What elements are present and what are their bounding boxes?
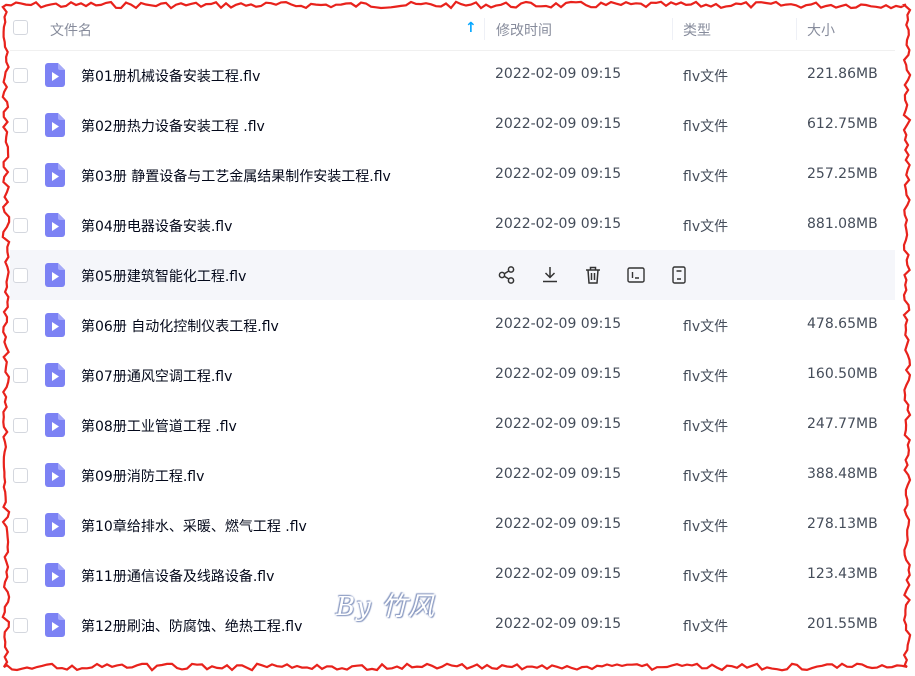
delete-icon[interactable] [582, 264, 604, 286]
video-file-icon [45, 213, 65, 237]
file-type: flv文件 [683, 619, 729, 635]
file-modified-date: 2022-02-09 09:15 [495, 66, 622, 82]
file-size: 221.86MB [807, 66, 878, 82]
file-type: flv文件 [683, 519, 729, 535]
file-modified-date: 2022-02-09 09:15 [495, 166, 622, 182]
file-type: flv文件 [683, 119, 729, 135]
file-modified-date: 2022-02-09 09:15 [495, 216, 622, 232]
file-name[interactable]: 第10章给排水、采暖、燃气工程 .flv [81, 516, 307, 536]
file-name[interactable]: 第06册 自动化控制仪表工程.flv [81, 316, 279, 336]
video-file-icon [45, 363, 65, 387]
file-name[interactable]: 第04册电器设备安装.flv [81, 216, 232, 236]
row-checkbox[interactable] [13, 318, 28, 333]
file-type: flv文件 [683, 569, 729, 585]
file-row[interactable]: 第07册通风空调工程.flv 2022-02-09 09:15 flv文件 160.5… [10, 350, 895, 400]
more-icon[interactable] [668, 264, 690, 286]
file-type: flv文件 [683, 419, 729, 435]
file-modified-date: 2022-02-09 09:15 [495, 616, 622, 632]
file-modified-date: 2022-02-09 09:15 [495, 566, 622, 582]
row-checkbox[interactable] [13, 268, 28, 283]
file-size: 881.08MB [807, 216, 878, 232]
file-row[interactable]: 第01册机械设备安装工程.flv 2022-02-09 09:15 flv文件 221… [10, 50, 895, 100]
column-date-header[interactable]: 修改时间 [496, 20, 552, 40]
row-checkbox[interactable] [13, 468, 28, 483]
video-file-icon [45, 263, 65, 287]
file-modified-date: 2022-02-09 09:15 [495, 416, 622, 432]
column-divider[interactable] [484, 18, 485, 40]
rename-icon[interactable] [625, 264, 647, 286]
video-file-icon [45, 413, 65, 437]
video-file-icon [45, 563, 65, 587]
file-size: 123.43MB [807, 566, 878, 582]
video-file-icon [45, 313, 65, 337]
row-checkbox[interactable] [13, 118, 28, 133]
column-size-header[interactable]: 大小 [807, 20, 835, 40]
video-file-icon [45, 513, 65, 537]
video-file-icon [45, 463, 65, 487]
file-type: flv文件 [683, 469, 729, 485]
file-type: flv文件 [683, 169, 729, 185]
file-name[interactable]: 第12册刷油、防腐蚀、绝热工程.flv [81, 616, 302, 636]
file-size: 201.55MB [807, 616, 878, 632]
select-all-checkbox[interactable] [13, 20, 28, 35]
share-icon[interactable] [496, 264, 518, 286]
file-type: flv文件 [683, 369, 729, 385]
file-row[interactable]: 第11册通信设备及线路设备.flv 2022-02-09 09:15 flv文件 12… [10, 550, 895, 600]
row-checkbox[interactable] [13, 418, 28, 433]
file-modified-date: 2022-02-09 09:15 [495, 316, 622, 332]
file-size: 612.75MB [807, 116, 878, 132]
file-modified-date: 2022-02-09 09:15 [495, 116, 622, 132]
column-name-header[interactable]: 文件名 [50, 20, 92, 40]
file-list-panel: 文件名 ↑ 修改时间 类型 大小 第01册机械设备安装工程.flv 2022-02… [10, 6, 895, 658]
file-name[interactable]: 第08册工业管道工程 .flv [81, 416, 237, 436]
sort-ascending-icon[interactable]: ↑ [465, 20, 477, 36]
file-size: 257.25MB [807, 166, 878, 182]
file-name[interactable]: 第03册 静置设备与工艺金属结果制作安装工程.flv [81, 166, 391, 186]
file-row[interactable]: 第09册消防工程.flv 2022-02-09 09:15 flv文件 388.48M… [10, 450, 895, 500]
file-name[interactable]: 第07册通风空调工程.flv [81, 366, 232, 386]
row-checkbox[interactable] [13, 68, 28, 83]
column-type-header[interactable]: 类型 [683, 20, 711, 40]
column-divider[interactable] [796, 18, 797, 40]
file-name[interactable]: 第09册消防工程.flv [81, 466, 204, 486]
file-size: 478.65MB [807, 316, 878, 332]
video-file-icon [45, 613, 65, 637]
file-modified-date: 2022-02-09 09:15 [495, 466, 622, 482]
list-header: 文件名 ↑ 修改时间 类型 大小 [10, 6, 895, 51]
file-row[interactable]: 第03册 静置设备与工艺金属结果制作安装工程.flv 2022-02-09 09:… [10, 150, 895, 200]
watermark: By 竹风 [336, 592, 436, 622]
file-row[interactable]: 第06册 自动化控制仪表工程.flv 2022-02-09 09:15 flv文件 4… [10, 300, 895, 350]
column-divider[interactable] [672, 18, 673, 40]
video-file-icon [45, 113, 65, 137]
file-modified-date: 2022-02-09 09:15 [495, 516, 622, 532]
row-checkbox[interactable] [13, 168, 28, 183]
file-size: 160.50MB [807, 366, 878, 382]
file-modified-date: 2022-02-09 09:15 [495, 366, 622, 382]
row-checkbox[interactable] [13, 368, 28, 383]
file-row[interactable]: 第10章给排水、采暖、燃气工程 .flv 2022-02-09 09:15 flv文… [10, 500, 895, 550]
file-size: 247.77MB [807, 416, 878, 432]
file-row[interactable]: 第12册刷油、防腐蚀、绝热工程.flv 2022-02-09 09:15 flv文件… [10, 600, 895, 650]
row-checkbox[interactable] [13, 218, 28, 233]
file-row[interactable]: 第02册热力设备安装工程 .flv 2022-02-09 09:15 flv文件 61… [10, 100, 895, 150]
row-checkbox[interactable] [13, 518, 28, 533]
file-row[interactable]: 第05册建筑智能化工程.flv [10, 250, 895, 300]
file-size: 388.48MB [807, 466, 878, 482]
download-icon[interactable] [539, 264, 561, 286]
file-name[interactable]: 第02册热力设备安装工程 .flv [81, 116, 265, 136]
video-file-icon [45, 163, 65, 187]
file-name[interactable]: 第01册机械设备安装工程.flv [81, 66, 260, 86]
file-row[interactable]: 第04册电器设备安装.flv 2022-02-09 09:15 flv文件 881.0… [10, 200, 895, 250]
file-type: flv文件 [683, 319, 729, 335]
file-row[interactable]: 第08册工业管道工程 .flv 2022-02-09 09:15 flv文件 247.… [10, 400, 895, 450]
row-checkbox[interactable] [13, 568, 28, 583]
file-size: 278.13MB [807, 516, 878, 532]
file-type: flv文件 [683, 219, 729, 235]
file-type: flv文件 [683, 69, 729, 85]
row-checkbox[interactable] [13, 618, 28, 633]
file-name[interactable]: 第05册建筑智能化工程.flv [81, 266, 246, 286]
video-file-icon [45, 63, 65, 87]
file-name[interactable]: 第11册通信设备及线路设备.flv [81, 566, 274, 586]
